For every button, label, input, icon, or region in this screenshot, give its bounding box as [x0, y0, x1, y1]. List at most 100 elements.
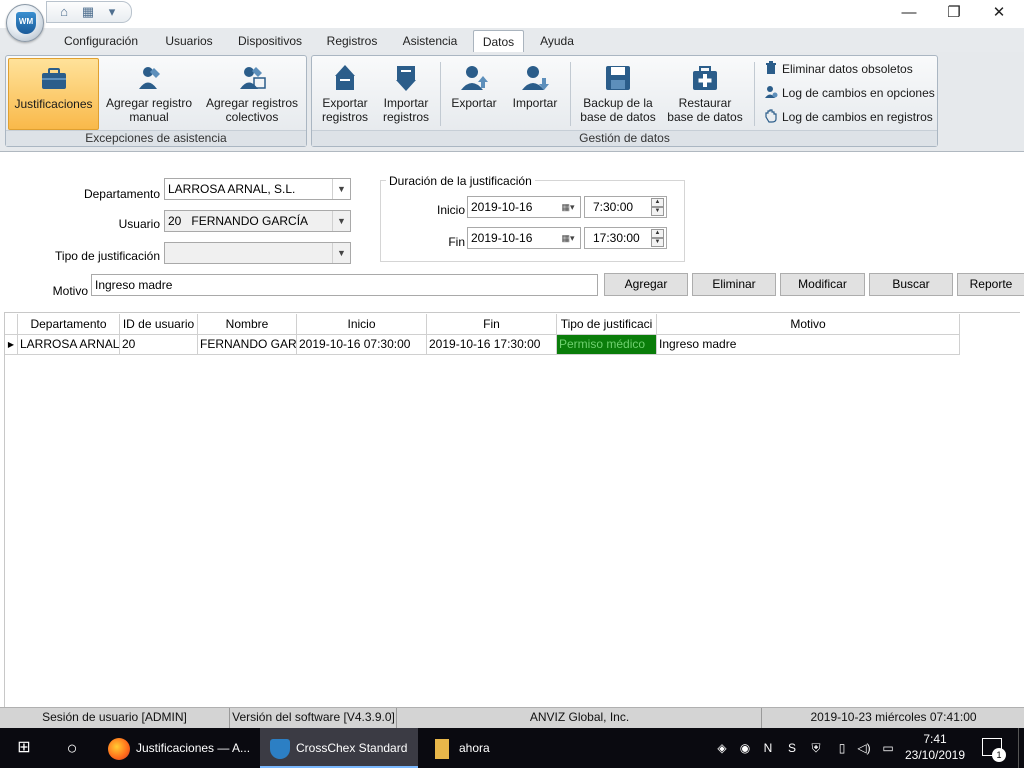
inicio-label: Inicio: [436, 203, 465, 217]
calendar-icon[interactable]: ▦▾: [556, 197, 580, 217]
fin-label: Fin: [448, 235, 465, 249]
row-header-column: [5, 314, 18, 335]
row-selector-icon[interactable]: ▶: [5, 335, 18, 355]
skype-tray-icon[interactable]: S: [784, 740, 800, 756]
motivo-input[interactable]: Ingreso madre: [91, 274, 598, 296]
departamento-dropdown[interactable]: LARROSA ARNAL, S.L. ▼: [164, 178, 351, 200]
log-cambios-opciones-button[interactable]: Log de cambios en opciones: [764, 83, 935, 103]
chevron-down-icon[interactable]: ▼: [332, 243, 350, 263]
taskbar-clock[interactable]: 7:41 23/10/2019: [902, 731, 968, 763]
onenote-tray-icon[interactable]: N: [760, 740, 776, 756]
volume-icon[interactable]: ◁): [856, 740, 872, 756]
chevron-down-icon[interactable]: ▼: [332, 179, 350, 199]
search-circle-icon[interactable]: ○: [48, 728, 96, 768]
spin-down-icon[interactable]: ▼: [651, 238, 664, 247]
justificaciones-label: Justificaciones: [14, 97, 93, 111]
column-header-inicio[interactable]: Inicio: [297, 314, 427, 335]
cell-motivo[interactable]: Ingreso madre: [657, 335, 960, 355]
column-header-tipo[interactable]: Tipo de justificaci: [557, 314, 657, 335]
agregar-registros-colectivos-button[interactable]: Agregar registros colectivos: [202, 58, 302, 130]
calendar-icon[interactable]: ▦▾: [556, 228, 580, 248]
usuario-dropdown[interactable]: 20 FERNANDO GARCÍA ▼: [164, 210, 351, 232]
spin-up-icon[interactable]: ▲: [651, 229, 664, 238]
cell-id-usuario[interactable]: 20: [120, 335, 198, 355]
importar-button[interactable]: Importar: [506, 58, 564, 130]
eliminar-datos-obsoletos-label: Eliminar datos obsoletos: [782, 62, 913, 76]
tipo-justificacion-dropdown[interactable]: ▼: [164, 242, 351, 264]
chevron-down-icon[interactable]: ▼: [332, 211, 350, 231]
agregar-registro-manual-button[interactable]: Agregar registro manual: [102, 58, 196, 130]
inicio-date-picker[interactable]: 2019-10-16 ▦▾: [467, 196, 581, 218]
duracion-legend: Duración de la justificación: [386, 174, 535, 188]
log-cambios-registros-label: Log de cambios en registros: [782, 110, 933, 124]
buscar-button[interactable]: Buscar: [869, 273, 953, 296]
log-cambios-registros-button[interactable]: Log de cambios en registros: [764, 107, 933, 127]
taskbar-item-crosschex[interactable]: CrossChex Standard: [260, 728, 418, 768]
column-header-id-usuario[interactable]: ID de usuario: [120, 314, 198, 335]
cell-inicio[interactable]: 2019-10-16 07:30:00: [297, 335, 427, 355]
tab-datos[interactable]: Datos: [473, 30, 524, 52]
home-icon[interactable]: ⌂: [55, 4, 73, 20]
modificar-button[interactable]: Modificar: [780, 273, 865, 296]
antivirus-tray-icon[interactable]: ◉: [737, 740, 753, 756]
network-icon[interactable]: ▭: [880, 740, 896, 756]
eliminar-datos-obsoletos-button[interactable]: Eliminar datos obsoletos: [764, 59, 913, 79]
cell-departamento[interactable]: LARROSA ARNAL,: [18, 335, 120, 355]
column-header-nombre[interactable]: Nombre: [198, 314, 297, 335]
crosschex-tray-icon[interactable]: ◈: [714, 740, 730, 756]
dropdown-menu-icon[interactable]: ▾: [103, 4, 121, 20]
importar-registros-label: Importar registros: [382, 96, 429, 124]
inicio-time-stepper[interactable]: 7:30:00 ▲ ▼: [584, 196, 667, 218]
shield-tray-icon[interactable]: ⛨: [808, 740, 824, 756]
tab-usuarios[interactable]: Usuarios: [156, 30, 222, 52]
justificaciones-button[interactable]: Justificaciones: [8, 58, 99, 130]
column-header-departamento[interactable]: Departamento: [18, 314, 120, 335]
spin-down-icon[interactable]: ▼: [651, 207, 664, 216]
first-aid-icon: [693, 66, 717, 90]
minimize-button[interactable]: —: [886, 0, 932, 28]
agregar-button[interactable]: Agregar: [604, 273, 688, 296]
ribbon-separator: [754, 62, 755, 126]
tab-asistencia[interactable]: Asistencia: [394, 30, 466, 52]
exportar-button[interactable]: Exportar: [446, 58, 502, 130]
group-excepciones: Justificaciones Agregar registro manual …: [5, 55, 307, 147]
cell-nombre[interactable]: FERNANDO GARC: [198, 335, 297, 355]
maximize-button[interactable]: ❐: [931, 0, 977, 28]
windows-start-icon[interactable]: ⊞: [0, 728, 48, 768]
column-header-motivo[interactable]: Motivo: [657, 314, 960, 335]
exportar-registros-button[interactable]: Exportar registros: [316, 58, 374, 130]
tab-registros[interactable]: Registros: [318, 30, 386, 52]
eliminar-button[interactable]: Eliminar: [692, 273, 776, 296]
tab-ayuda[interactable]: Ayuda: [530, 30, 584, 52]
import-user-icon: [522, 66, 549, 90]
motivo-label: Motivo: [52, 284, 88, 298]
taskbar-item-crosschex-label: CrossChex Standard: [296, 741, 408, 755]
close-button[interactable]: ✕: [976, 0, 1022, 28]
spin-up-icon[interactable]: ▲: [651, 198, 664, 207]
fin-time-value: 17:30:00: [593, 231, 640, 245]
importar-registros-button[interactable]: Importar registros: [376, 58, 436, 130]
tab-dispositivos[interactable]: Dispositivos: [230, 30, 310, 52]
usuario-label: Usuario: [118, 217, 160, 231]
app-logo[interactable]: WM: [6, 4, 44, 42]
column-header-fin[interactable]: Fin: [427, 314, 557, 335]
usb-tray-icon[interactable]: ▯: [834, 740, 850, 756]
trash-icon: [766, 61, 776, 74]
backup-button[interactable]: Backup de la base de datos: [578, 58, 658, 130]
ribbon: Justificaciones Agregar registro manual …: [0, 52, 1024, 152]
cell-tipo-justificacion[interactable]: Permiso médico: [557, 335, 657, 355]
fin-time-stepper[interactable]: 17:30:00 ▲ ▼: [584, 227, 667, 249]
export-records-icon: [335, 65, 355, 90]
taskbar-item-firefox[interactable]: Justificaciones — A...: [100, 728, 258, 768]
fin-date-picker[interactable]: 2019-10-16 ▦▾: [467, 227, 581, 249]
devices-icon[interactable]: ▦: [79, 4, 97, 20]
taskbar-item-firefox-label: Justificaciones — A...: [136, 741, 251, 755]
restaurar-button[interactable]: Restaurar base de datos: [664, 58, 746, 130]
taskbar-item-folder[interactable]: ahora: [425, 728, 525, 768]
show-desktop-button[interactable]: [1018, 728, 1024, 768]
tab-configuracion[interactable]: Configuración: [54, 30, 148, 52]
cell-fin[interactable]: 2019-10-16 17:30:00: [427, 335, 557, 355]
tipo-justificacion-label: Tipo de justificación: [55, 249, 160, 263]
backup-label: Backup de la base de datos: [580, 96, 656, 124]
reporte-button[interactable]: Reporte: [957, 273, 1024, 296]
